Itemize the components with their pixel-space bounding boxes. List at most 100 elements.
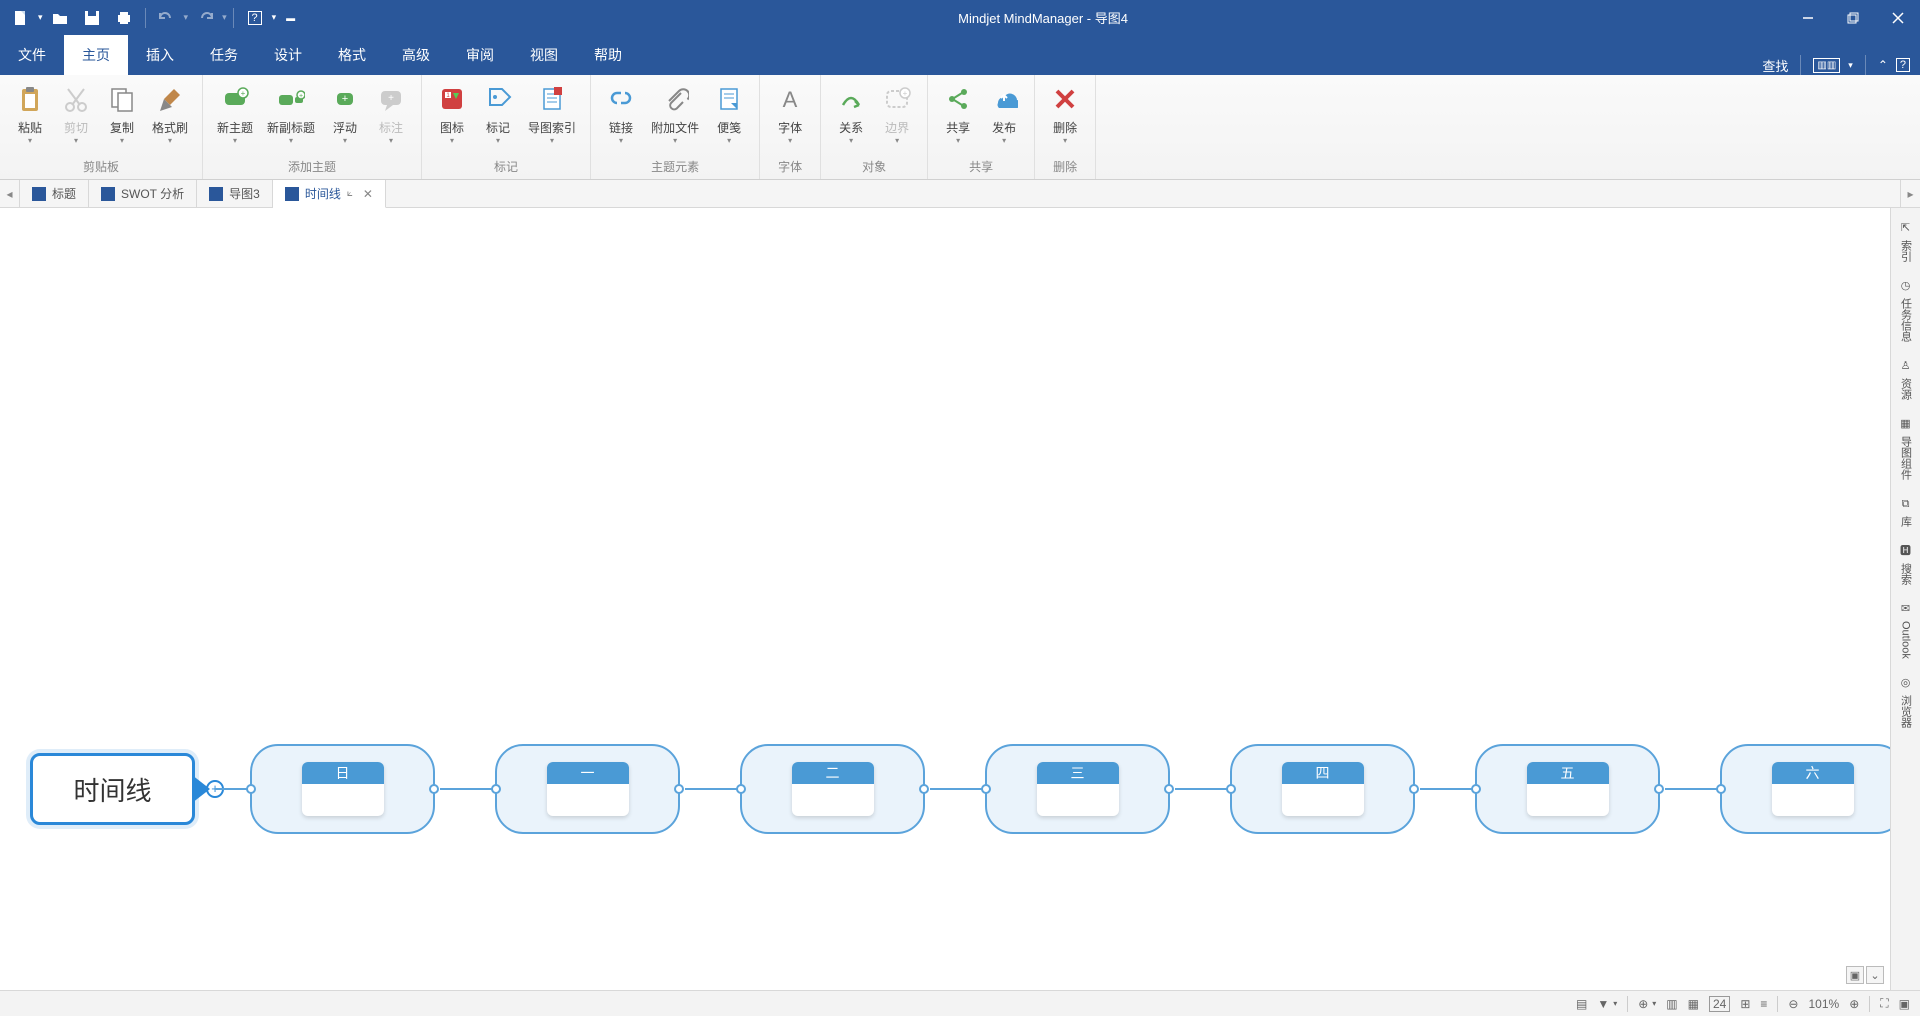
menu-tab-insert[interactable]: 插入 [128,35,192,75]
side-tab-Outlook[interactable]: ✉Outlook [1896,593,1916,667]
close-tab-icon[interactable]: ✕ [363,187,373,201]
redo-button[interactable] [190,3,220,33]
menu-tab-file[interactable]: 文件 [0,35,64,75]
timeline-node-5[interactable]: 五 [1475,744,1660,834]
ribbon-paste-button[interactable]: 粘贴▾ [8,79,52,149]
search-label[interactable]: 查找 [1762,56,1788,75]
side-tab-icon: ◷ [1898,278,1914,294]
side-tab-icon: ▦ [1898,416,1914,432]
ribbon-share-button[interactable]: 共享▾ [936,79,980,149]
layout-icon-2[interactable]: ▦ [1688,997,1699,1011]
tags-icon [482,83,514,115]
zoom-level[interactable]: 101% [1808,997,1839,1011]
index-icon[interactable]: ≡ [1760,997,1767,1011]
menu-tab-review[interactable]: 审阅 [448,35,512,75]
day-card: 日 [302,762,384,816]
rel-icon [835,83,867,115]
open-file-button[interactable] [45,3,75,33]
connector-dot-icon [981,784,991,794]
collapse-panel-icon[interactable]: ▣ [1846,966,1864,984]
ribbon-brush-button[interactable]: 格式刷▾ [146,79,194,149]
side-tab-导图组件[interactable]: ▦导图组件 [1896,408,1916,488]
doc-tab-导图3[interactable]: 导图3 [197,180,273,207]
side-tab-浏览器[interactable]: ◎浏览器 [1896,667,1916,736]
ribbon-rel-button[interactable]: 关系▾ [829,79,873,149]
filter-view-icon[interactable]: ▤ [1576,997,1587,1011]
tab-nav-right[interactable]: ▸ [1900,180,1920,207]
zoom-fit-icon[interactable]: ⊕▾ [1638,997,1656,1011]
side-tab-搜索[interactable]: 🅷搜索 [1896,535,1916,593]
ribbon-btn-label: 关系 [839,119,863,136]
ribbon-note-button[interactable]: 便笺▾ [707,79,751,149]
ribbon-icons-button[interactable]: 1图标▾ [430,79,474,149]
save-button[interactable] [77,3,107,33]
minimize-button[interactable] [1785,0,1830,35]
menu-tab-design[interactable]: 设计 [256,35,320,75]
day-card: 二 [792,762,874,816]
calendar-icon[interactable]: 24 [1709,996,1730,1012]
connector-dot-icon [1654,784,1664,794]
panel-chevron-icon[interactable]: ⌄ [1866,966,1884,984]
print-button[interactable] [109,3,139,33]
menu-tab-task[interactable]: 任务 [192,35,256,75]
menu-tab-format[interactable]: 格式 [320,35,384,75]
menu-tab-home[interactable]: 主页 [64,35,128,75]
timeline-node-0[interactable]: 日 [250,744,435,834]
timeline-node-2[interactable]: 二 [740,744,925,834]
ribbon-btn-label: 发布 [992,119,1016,136]
collapse-ribbon-icon[interactable]: ⌃ [1878,58,1888,72]
doc-tab-SWOT 分析[interactable]: SWOT 分析 [89,180,197,207]
ribbon-copy-button[interactable]: 复制▾ [100,79,144,149]
new-file-button[interactable] [6,3,36,33]
title-bar: ▾ ▾ ▾ ? ▾ ▬ Mindjet MindManager - 导图4 [0,0,1920,35]
ribbon-subtopic-button[interactable]: +新副标题▾ [261,79,321,149]
tab-nav-left[interactable]: ◂ [0,180,20,207]
fit-window-icon[interactable]: ⛶ [1880,996,1888,1011]
ribbon-attach-button[interactable]: 附加文件▾ [645,79,705,149]
menu-tab-advanced[interactable]: 高级 [384,35,448,75]
ribbon-btn-label: 删除 [1053,119,1077,136]
menu-tabs: 文件 主页 插入 任务 设计 格式 高级 审阅 视图 帮助 查找 ▥▥ ▾ ⌃ … [0,35,1920,75]
ribbon-publish-button[interactable]: 发布▾ [982,79,1026,149]
svg-text:+: + [299,93,303,100]
pin-icon[interactable]: ⟀ [347,188,353,199]
callout-icon: + [375,83,407,115]
ribbon-btn-label: 标注 [379,119,403,136]
side-tab-任务信息[interactable]: ◷任务信息 [1896,270,1916,350]
menu-tab-help[interactable]: 帮助 [576,35,640,75]
zoom-out-button[interactable]: ⊖ [1788,997,1798,1011]
ribbon-topic-button[interactable]: +新主题▾ [211,79,259,149]
side-tab-资源[interactable]: ♙资源 [1896,350,1916,408]
zoom-in-button[interactable]: ⊕ [1849,997,1859,1011]
ribbon-group-删除: 删除▾删除 [1035,75,1096,179]
canvas[interactable]: 时间线+ 日 一 二 三四五六 ▣ ⌄ [0,208,1890,990]
filter-funnel-icon[interactable]: ▼▾ [1597,997,1617,1011]
timeline-node-4[interactable]: 四 [1230,744,1415,834]
fullscreen-icon[interactable]: ▣ [1899,997,1910,1011]
ribbon-float-button[interactable]: +浮动▾ [323,79,367,149]
help-button[interactable]: ? [240,3,270,33]
float-icon: + [329,83,361,115]
ribbon-font-button[interactable]: A字体▾ [768,79,812,149]
timeline-node-6[interactable]: 六 [1720,744,1890,834]
timeline-node-1[interactable]: 一 [495,744,680,834]
ribbon-delete-button[interactable]: 删除▾ [1043,79,1087,149]
ribbon-btn-label: 导图索引 [528,119,576,136]
ribbon-link-button[interactable]: 链接▾ [599,79,643,149]
help-icon-2[interactable]: ? [1896,58,1910,72]
restore-button[interactable] [1830,0,1875,35]
doc-tab-时间线[interactable]: 时间线⟀✕ [273,180,386,208]
central-topic[interactable]: 时间线+ [30,753,195,825]
undo-button[interactable] [152,3,182,33]
doc-tab-标题[interactable]: 标题 [20,180,89,207]
side-tab-库[interactable]: ⧉库 [1896,488,1916,535]
timeline-node-3[interactable]: 三 [985,744,1170,834]
ribbon-tags-button[interactable]: 标记▾ [476,79,520,149]
panel-toggle-icon[interactable]: ▥▥ [1813,58,1840,73]
close-button[interactable] [1875,0,1920,35]
side-tab-索引[interactable]: ⇱索引 [1896,212,1916,270]
ribbon-index-button[interactable]: 导图索引▾ [522,79,582,149]
layout-icon-1[interactable]: ▥ [1666,997,1677,1011]
menu-tab-view[interactable]: 视图 [512,35,576,75]
chart-icon[interactable]: ⊞ [1740,997,1750,1011]
